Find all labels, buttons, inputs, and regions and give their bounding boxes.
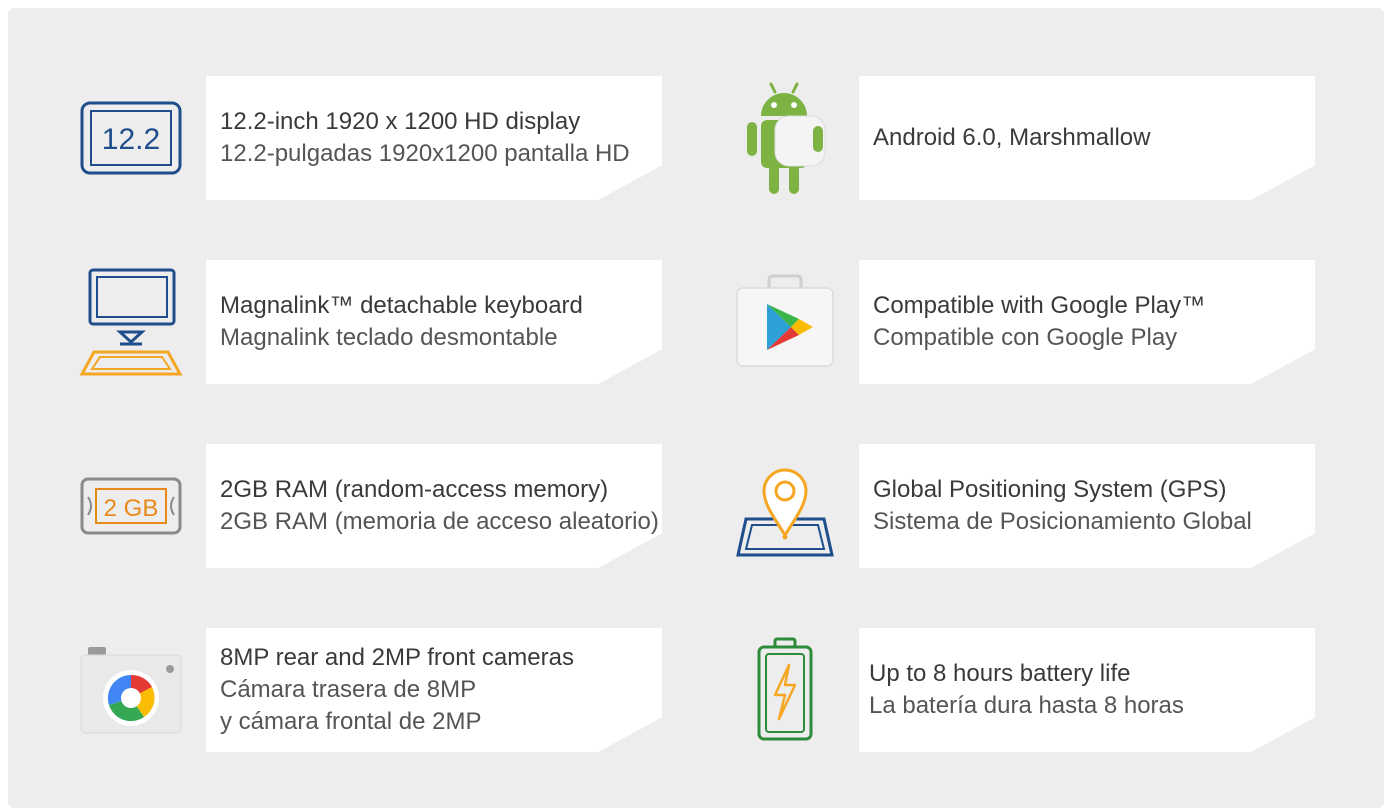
feature-title: Up to 8 hours battery life [869, 660, 1131, 687]
camera-icon [76, 628, 186, 752]
feature-card-battery: Up to 8 hours battery life La batería du… [859, 628, 1315, 752]
feature-title: 8MP rear and 2MP front cameras [220, 644, 574, 671]
battery-bolt-icon [730, 628, 840, 752]
android-marshmallow-icon [730, 76, 840, 200]
feature-subtitle-line-2: y cámara frontal de 2MP [220, 708, 482, 735]
feature-title: Compatible with Google Play™ [873, 292, 1206, 319]
feature-card-camera: 8MP rear and 2MP front cameras Cámara tr… [206, 628, 662, 752]
feature-subtitle-line-1: Cámara trasera de 8MP [220, 676, 477, 703]
memory-chip-icon-text: 2 GB [104, 495, 159, 522]
feature-title: Global Positioning System (GPS) [873, 476, 1227, 503]
feature-card-display: 12.2-inch 1920 x 1200 HD display 12.2-pu… [206, 76, 662, 200]
feature-title: Android 6.0, Marshmallow [873, 124, 1151, 151]
feature-title: Magnalink™ detachable keyboard [220, 292, 583, 319]
feature-subtitle: La batería dura hasta 8 horas [869, 692, 1184, 719]
feature-card-android: Android 6.0, Marshmallow [859, 76, 1315, 200]
feature-title: 2GB RAM (random-access memory) [220, 476, 609, 503]
feature-card-ram: 2GB RAM (random-access memory) 2GB RAM (… [206, 444, 662, 568]
map-pin-icon [730, 444, 840, 568]
feature-subtitle: 2GB RAM (memoria de acceso aleatorio) [220, 508, 659, 535]
detachable-keyboard-icon [76, 260, 186, 384]
google-play-icon [730, 260, 840, 384]
feature-subtitle: Compatible con Google Play [873, 324, 1178, 351]
display-size-icon-text: 12.2 [102, 123, 160, 156]
memory-chip-icon: 2 GB [76, 444, 186, 568]
feature-title: 12.2-inch 1920 x 1200 HD display [220, 108, 581, 135]
feature-card-keyboard: Magnalink™ detachable keyboard Magnalink… [206, 260, 662, 384]
display-size-icon: 12.2 [76, 76, 186, 200]
feature-card-google-play: Compatible with Google Play™ Compatible … [859, 260, 1315, 384]
feature-subtitle: 12.2-pulgadas 1920x1200 pantalla HD [220, 140, 630, 167]
feature-subtitle: Magnalink teclado desmontable [220, 324, 558, 351]
feature-subtitle: Sistema de Posicionamiento Global [873, 508, 1252, 535]
feature-card-gps: Global Positioning System (GPS) Sistema … [859, 444, 1315, 568]
